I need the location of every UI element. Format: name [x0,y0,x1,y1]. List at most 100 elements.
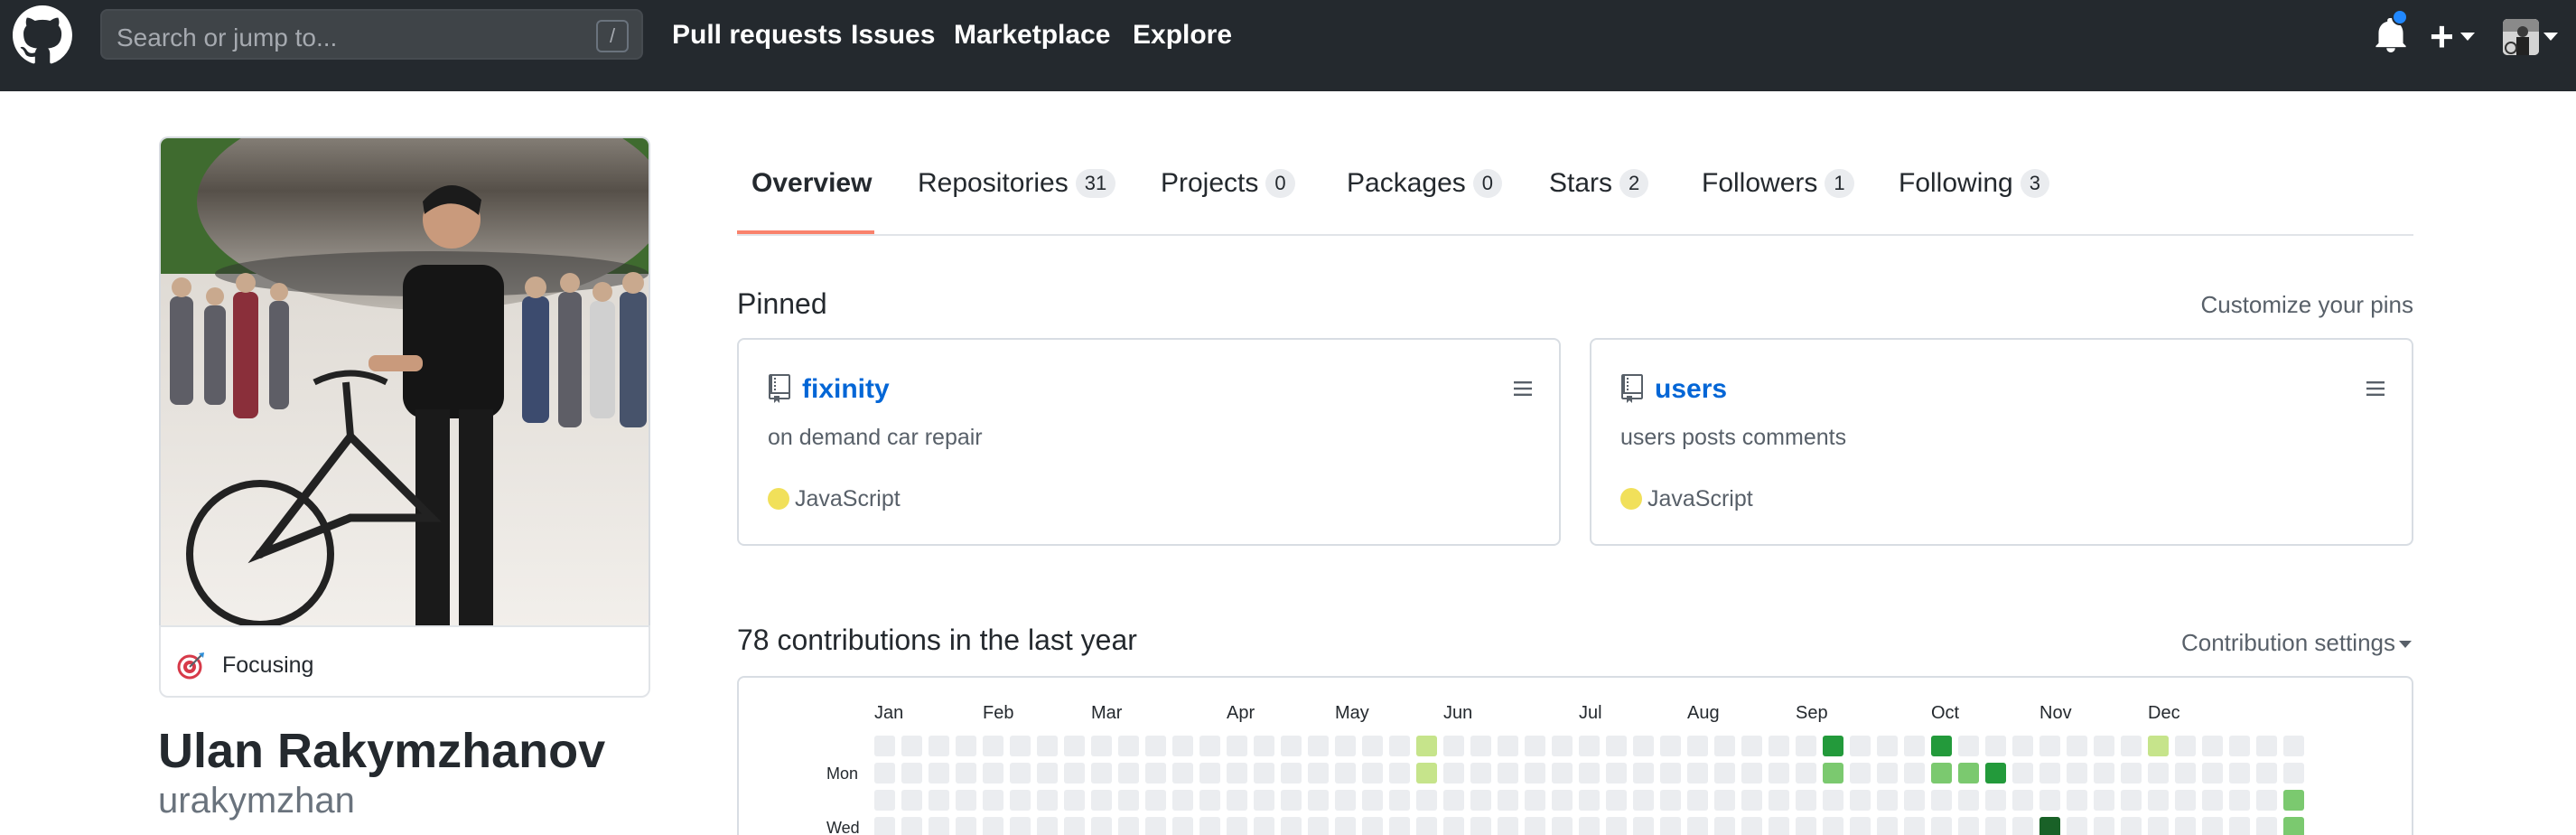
contribution-day[interactable] [1470,817,1491,835]
contribution-day[interactable] [1904,817,1925,835]
contribution-day[interactable] [1037,790,1058,811]
contribution-day[interactable] [1443,763,1464,783]
contribution-day[interactable] [1633,790,1654,811]
tab-projects[interactable]: Projects 0 [1161,168,1295,199]
contribution-day[interactable] [1525,763,1545,783]
contribution-day[interactable] [1254,736,1274,756]
contribution-day[interactable] [2256,790,2277,811]
contribution-day[interactable] [2175,790,2196,811]
contribution-day[interactable] [2202,736,2223,756]
contribution-day[interactable] [1498,736,1518,756]
contribution-day[interactable] [1118,763,1139,783]
contribution-day[interactable] [1091,817,1112,835]
contribution-day[interactable] [2012,763,2033,783]
contribution-day[interactable] [2148,790,2169,811]
contribution-day[interactable] [1010,790,1031,811]
contribution-day[interactable] [1525,790,1545,811]
contribution-day[interactable] [1796,736,1816,756]
contribution-day[interactable] [983,763,1003,783]
repo-name-link[interactable]: users [1655,374,1727,405]
contribution-day[interactable] [1931,790,1952,811]
contribution-day[interactable] [983,817,1003,835]
contribution-day[interactable] [1227,736,1247,756]
contribution-day[interactable] [2094,736,2114,756]
contribution-day[interactable] [1714,763,1735,783]
nav-marketplace[interactable]: Marketplace [954,20,1110,51]
contribution-day[interactable] [1335,736,1356,756]
contribution-day[interactable] [1769,763,1789,783]
contribution-day[interactable] [1958,817,1979,835]
contribution-day[interactable] [1281,817,1302,835]
contribution-day[interactable] [1172,817,1193,835]
contribution-day[interactable] [1037,763,1058,783]
contribution-day[interactable] [1660,790,1681,811]
contribution-day[interactable] [1714,817,1735,835]
contribution-day[interactable] [1308,736,1329,756]
contribution-day[interactable] [901,817,922,835]
contribution-day[interactable] [1633,763,1654,783]
contribution-day[interactable] [1687,817,1708,835]
contribution-day[interactable] [901,763,922,783]
contribution-day[interactable] [1037,817,1058,835]
contribution-day[interactable] [1741,790,1762,811]
github-logo-icon[interactable] [13,5,72,65]
contribution-day[interactable] [1796,817,1816,835]
contribution-day[interactable] [929,817,949,835]
contribution-day[interactable] [956,763,976,783]
contribution-day[interactable] [2148,736,2169,756]
contribution-day[interactable] [1850,736,1871,756]
contribution-day[interactable] [2067,790,2087,811]
contribution-day[interactable] [1308,763,1329,783]
nav-explore[interactable]: Explore [1133,20,1232,51]
contribution-day[interactable] [1823,817,1843,835]
contribution-day[interactable] [2229,817,2250,835]
contribution-day[interactable] [2202,790,2223,811]
contribution-day[interactable] [1579,790,1600,811]
contribution-day[interactable] [1443,790,1464,811]
contribution-day[interactable] [1389,817,1410,835]
user-status[interactable]: Focusing [159,625,650,698]
contribution-day[interactable] [1606,817,1627,835]
contribution-day[interactable] [1958,763,1979,783]
contribution-day[interactable] [2175,736,2196,756]
contribution-day[interactable] [1037,736,1058,756]
contribution-day[interactable] [1470,763,1491,783]
contribution-day[interactable] [2229,736,2250,756]
contribution-day[interactable] [1064,763,1085,783]
contribution-day[interactable] [1281,790,1302,811]
contribution-day[interactable] [1064,736,1085,756]
contribution-day[interactable] [1362,736,1383,756]
contribution-day[interactable] [1254,763,1274,783]
contribution-day[interactable] [1498,817,1518,835]
contribution-day[interactable] [1958,736,1979,756]
contribution-day[interactable] [1985,817,2006,835]
contribution-day[interactable] [2012,817,2033,835]
contribution-day[interactable] [1552,790,1573,811]
contribution-day[interactable] [1850,763,1871,783]
contribution-day[interactable] [956,817,976,835]
contribution-day[interactable] [1741,817,1762,835]
contribution-day[interactable] [2148,817,2169,835]
contribution-day[interactable] [1552,763,1573,783]
contribution-day[interactable] [1579,817,1600,835]
contribution-day[interactable] [1281,763,1302,783]
contribution-day[interactable] [1931,817,1952,835]
contribution-day[interactable] [874,736,895,756]
contribution-day[interactable] [2256,817,2277,835]
contribution-day[interactable] [1308,817,1329,835]
contribution-day[interactable] [2039,763,2060,783]
contribution-day[interactable] [2039,736,2060,756]
contribution-day[interactable] [1443,736,1464,756]
contribution-day[interactable] [1904,790,1925,811]
contribution-day[interactable] [1416,763,1437,783]
contribution-day[interactable] [1335,817,1356,835]
tab-stars[interactable]: Stars 2 [1549,168,1649,199]
contribution-day[interactable] [1741,736,1762,756]
contribution-day[interactable] [1389,763,1410,783]
contribution-day[interactable] [874,790,895,811]
contribution-day[interactable] [1145,817,1166,835]
contribution-day[interactable] [1633,817,1654,835]
nav-issues[interactable]: Issues [851,20,935,51]
contribution-day[interactable] [2202,763,2223,783]
avatar-chevron-down-icon[interactable] [2543,33,2558,41]
